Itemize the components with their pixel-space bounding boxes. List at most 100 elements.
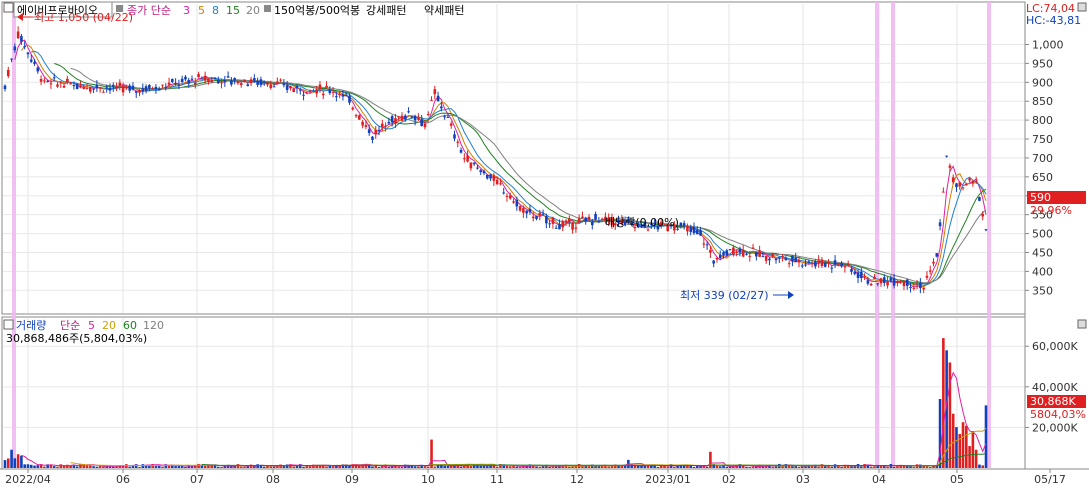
candle-body	[689, 227, 693, 233]
candle-body	[351, 107, 355, 110]
candle-body	[896, 280, 899, 284]
candle-body	[266, 82, 269, 85]
candle-body	[282, 83, 286, 86]
candle-body	[13, 46, 17, 51]
candle-body	[499, 183, 502, 185]
y-tick-label: 850	[1032, 95, 1053, 108]
x-tick-label: 02	[722, 473, 736, 486]
candle-body	[364, 125, 368, 127]
volume-bar	[220, 466, 223, 468]
volume-bar	[400, 466, 404, 468]
x-tick-label: 2023/01	[645, 473, 691, 486]
candle-body	[869, 283, 873, 286]
volume-bar	[203, 465, 207, 468]
candle-body	[430, 99, 433, 101]
volume-bar	[725, 466, 729, 468]
volume-bar	[643, 466, 647, 468]
bull-pattern-label[interactable]: 강세패턴	[366, 4, 406, 17]
volume-panel-toggle-button[interactable]	[1077, 319, 1087, 329]
volume-bar	[374, 465, 378, 468]
chart-background	[0, 0, 1089, 489]
candle-body	[79, 85, 82, 88]
volume-bar	[180, 466, 184, 468]
volume-checkbox[interactable]	[3, 319, 14, 330]
candle-body	[531, 216, 535, 219]
volume-bar	[876, 465, 880, 468]
volume-bar	[951, 413, 955, 468]
candle-pattern-label[interactable]: 150억봉/500억봉	[274, 4, 360, 17]
candle-body	[174, 83, 177, 85]
volume-label[interactable]: 거래량	[16, 319, 46, 332]
volume-bar	[745, 466, 748, 468]
candle-body	[6, 69, 10, 76]
candle-body	[115, 86, 118, 88]
volume-bar	[479, 465, 483, 468]
candle-body	[400, 115, 404, 121]
candle-body	[515, 199, 519, 207]
candle-body	[528, 208, 532, 213]
candle-body	[193, 82, 197, 85]
x-tick-label: 05	[950, 473, 964, 486]
volume-bar	[656, 466, 660, 468]
volume-ma-label[interactable]: 단순	[60, 319, 80, 332]
candle-body	[928, 270, 932, 272]
candle-body	[732, 247, 735, 255]
volume-bar	[69, 465, 72, 468]
volume-bar	[262, 466, 266, 468]
candle-body	[932, 261, 935, 264]
y-tick-label: 950	[1032, 57, 1053, 70]
volume-bar	[174, 466, 177, 468]
candle-body	[33, 62, 36, 64]
candle-body	[407, 111, 410, 113]
x-tick-label: 07	[190, 473, 204, 486]
candle-body	[463, 158, 466, 160]
bear-pattern-label[interactable]: 약세패턴	[424, 3, 464, 17]
volume-bar	[833, 464, 837, 468]
ma-indicator-label[interactable]: 종가 단순	[127, 4, 171, 17]
candle-body	[361, 121, 364, 126]
y-tick-label: 450	[1032, 246, 1053, 259]
candle-body	[958, 182, 962, 187]
candle-body	[289, 86, 292, 89]
candle-body	[138, 90, 141, 93]
candle-body	[476, 167, 479, 169]
y-tick-label: 800	[1032, 114, 1053, 127]
candle-body	[856, 272, 860, 279]
chart-svg[interactable]: 1,00095090085080075070065060055050045040…	[0, 0, 1089, 489]
candle-body	[942, 191, 945, 193]
candle-body	[909, 287, 912, 289]
candle-body	[554, 227, 558, 229]
candle-body	[735, 251, 738, 253]
candle-body	[157, 88, 161, 91]
candle-body	[679, 222, 683, 227]
price-panel-toggle-button[interactable]	[1077, 2, 1087, 12]
candle-body	[879, 278, 883, 284]
vol-ma-period-60: 60	[123, 319, 137, 332]
candle-body	[948, 165, 952, 168]
volume-bar	[965, 425, 968, 468]
candle-body	[712, 260, 715, 264]
candle-body	[98, 87, 102, 89]
volume-bar	[922, 466, 925, 468]
candle-body	[741, 250, 745, 257]
volume-bar	[33, 465, 36, 468]
vol-ma-period-120: 120	[143, 319, 164, 332]
candle-body	[102, 91, 105, 93]
candle-body	[646, 229, 650, 231]
y-tick-label: 750	[1032, 133, 1053, 146]
candle-body	[302, 94, 305, 96]
volume-bar	[430, 439, 433, 468]
candle-body	[184, 76, 187, 80]
candle-body	[89, 86, 92, 92]
candle-body	[39, 78, 43, 82]
candle-body	[213, 77, 217, 79]
volume-bar	[928, 466, 932, 468]
candle-body	[203, 75, 207, 81]
header-checkbox[interactable]	[3, 2, 14, 13]
candle-body	[485, 174, 489, 179]
y-tick-label: 650	[1032, 171, 1053, 184]
candle-body	[46, 81, 49, 83]
volume-bar	[469, 466, 473, 468]
candle-body	[226, 76, 230, 78]
candle-body	[144, 86, 148, 92]
